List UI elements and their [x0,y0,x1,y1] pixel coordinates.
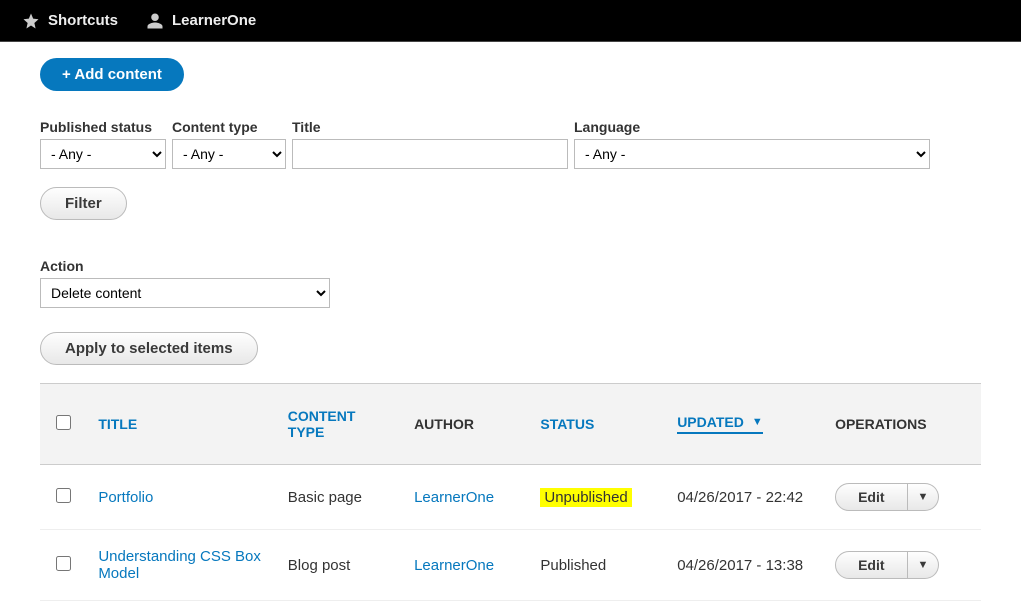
title-header[interactable]: TITLE [98,416,137,432]
title-input[interactable] [292,139,568,169]
row-title-link[interactable]: Understanding CSS Box Model [98,548,261,582]
row-checkbox[interactable] [56,488,71,503]
row-title-link[interactable]: Portfolio [98,489,153,506]
row-author-link[interactable]: LearnerOne [414,489,494,506]
published-status-select[interactable]: - Any - [40,139,166,169]
action-label: Action [40,258,981,274]
sort-desc-icon: ▼ [752,416,763,428]
row-status: Published [528,530,665,601]
add-content-button[interactable]: + Add content [40,58,184,91]
row-updated: 04/26/2017 - 22:42 [665,465,823,530]
username-label: LearnerOne [172,12,256,29]
edit-dropdown-button[interactable]: ▼ [908,551,940,579]
title-filter-label: Title [292,119,568,135]
action-select[interactable]: Delete content [40,278,330,308]
user-icon [146,12,164,30]
published-status-label: Published status [40,119,166,135]
shortcuts-label: Shortcuts [48,12,118,29]
select-all-checkbox[interactable] [56,415,71,430]
content-type-label: Content type [172,119,286,135]
status-header[interactable]: STATUS [540,416,594,432]
row-status: Unpublished [528,465,665,530]
edit-dropdown-button[interactable]: ▼ [908,483,940,511]
author-header: AUTHOR [414,416,474,432]
row-checkbox[interactable] [56,556,71,571]
edit-button[interactable]: Edit [835,483,907,511]
table-row: Portfolio Basic page LearnerOne Unpublished… [40,465,981,530]
row-updated: 04/26/2017 - 13:38 [665,530,823,601]
content-type-header[interactable]: CONTENT TYPE [288,408,356,440]
language-label: Language [574,119,930,135]
content-area: + Add content Published status - Any - C… [0,42,1021,601]
user-menu[interactable]: LearnerOne [132,0,270,41]
operations-header: OPERATIONS [835,416,927,432]
content-type-select[interactable]: - Any - [172,139,286,169]
filter-button[interactable]: Filter [40,187,127,220]
shortcuts-menu[interactable]: Shortcuts [8,0,132,41]
apply-button[interactable]: Apply to selected items [40,332,258,365]
table-row: Understanding CSS Box Model Blog post Lear… [40,530,981,601]
admin-toolbar: Shortcuts LearnerOne [0,0,1021,42]
updated-header[interactable]: UPDATED ▼ [677,414,763,434]
star-icon [22,12,40,30]
row-content-type: Basic page [276,465,402,530]
row-author-link[interactable]: LearnerOne [414,557,494,574]
row-content-type: Blog post [276,530,402,601]
language-select[interactable]: - Any - [574,139,930,169]
action-section: Action Delete content Apply to selected … [40,258,981,365]
filters-row: Published status - Any - Content type - … [40,119,981,169]
edit-button[interactable]: Edit [835,551,907,579]
content-table: TITLE CONTENT TYPE AUTHOR STATUS UPDATED… [40,383,981,601]
